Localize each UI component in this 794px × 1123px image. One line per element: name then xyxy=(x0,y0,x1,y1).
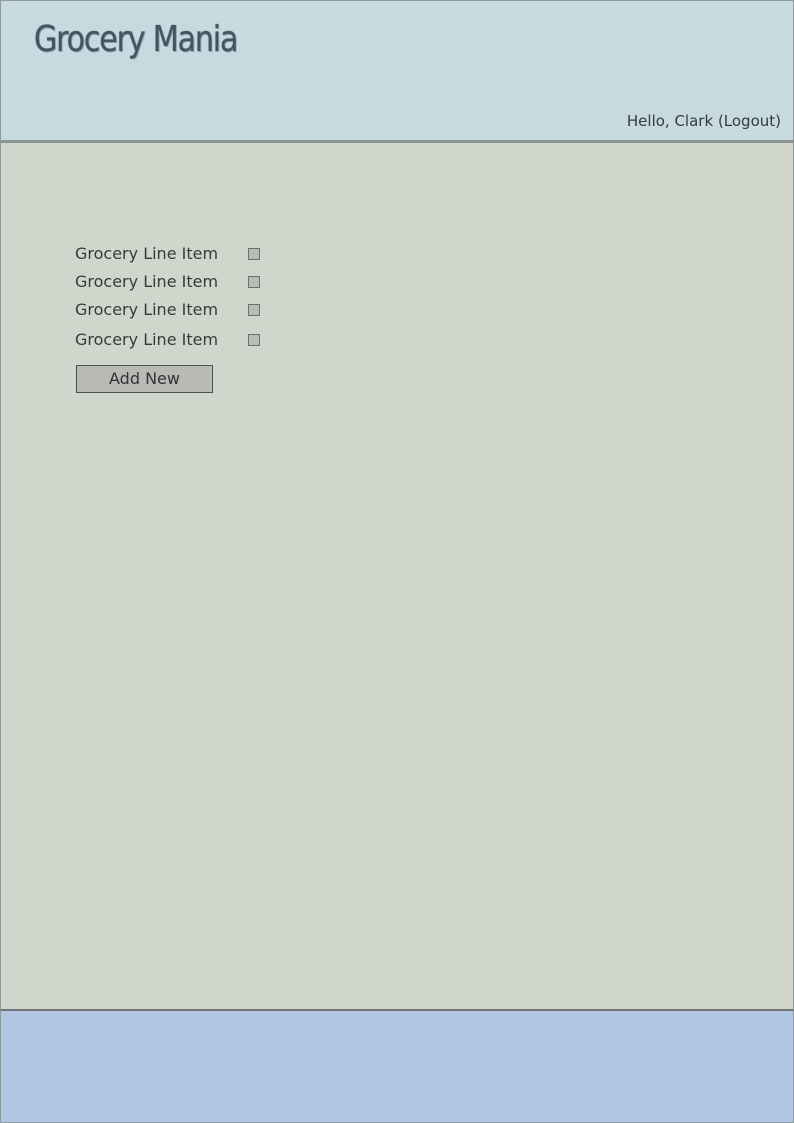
footer xyxy=(0,1011,794,1123)
grocery-item-checkbox[interactable] xyxy=(248,334,260,346)
page: Grocery Mania Hello, Clark (Logout) Groc… xyxy=(0,0,794,1123)
greeting-text: Hello, Clark xyxy=(626,112,714,130)
user-greeting: Hello, Clark (Logout) xyxy=(627,112,781,130)
list-item: Grocery Line Item xyxy=(75,271,315,293)
grocery-item-label: Grocery Line Item xyxy=(75,272,219,291)
list-item: Grocery Line Item xyxy=(75,243,315,265)
grocery-item-checkbox[interactable] xyxy=(248,276,260,288)
list-item: Grocery Line Item xyxy=(75,299,315,321)
logout-link[interactable]: (Logout) xyxy=(718,112,781,130)
grocery-item-checkbox[interactable] xyxy=(248,248,260,260)
grocery-item-label: Grocery Line Item xyxy=(75,300,219,319)
grocery-item-checkbox[interactable] xyxy=(248,304,260,316)
grocery-item-label: Grocery Line Item xyxy=(75,244,219,263)
add-new-button[interactable]: Add New xyxy=(76,365,213,393)
grocery-item-label: Grocery Line Item xyxy=(75,330,219,349)
app-title: Grocery Mania xyxy=(34,19,238,60)
list-item: Grocery Line Item xyxy=(75,329,315,351)
header: Grocery Mania Hello, Clark (Logout) xyxy=(0,0,794,141)
main-content: Grocery Line Item Grocery Line Item Groc… xyxy=(0,141,794,1011)
